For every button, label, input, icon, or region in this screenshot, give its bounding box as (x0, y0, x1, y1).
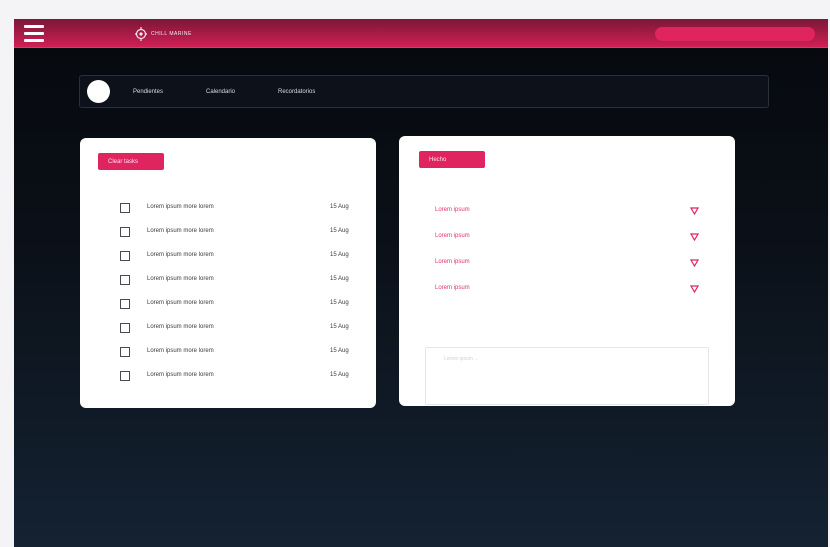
task-row: Lorem ipsum more lorem 15 Aug (120, 251, 360, 263)
task-checkbox[interactable] (120, 203, 130, 213)
task-text: Lorem ipsum more lorem (147, 276, 214, 282)
logo-text: CHILL MARINE (151, 31, 192, 37)
task-date: 15 Aug (330, 204, 349, 210)
task-row: Lorem ipsum more lorem 15 Aug (120, 299, 360, 311)
task-date: 15 Aug (330, 228, 349, 234)
dropdown-label: Lorem ipsum (435, 259, 470, 265)
task-row: Lorem ipsum more lorem 15 Aug (120, 203, 360, 215)
task-date: 15 Aug (330, 300, 349, 306)
hamburger-menu-icon[interactable] (24, 25, 46, 42)
tasks-card: Clear tasks Lorem ipsum more lorem 15 Au… (80, 138, 376, 408)
task-checkbox[interactable] (120, 227, 130, 237)
dropdown-item[interactable]: Lorem ipsum (435, 232, 701, 244)
task-date: 15 Aug (330, 252, 349, 258)
task-row: Lorem ipsum more lorem 15 Aug (120, 323, 360, 335)
task-date: 15 Aug (330, 348, 349, 354)
task-checkbox[interactable] (120, 275, 130, 285)
task-text: Lorem ipsum more lorem (147, 372, 214, 378)
notes-textarea[interactable] (425, 347, 709, 405)
dropdown-item[interactable]: Lorem ipsum (435, 206, 701, 218)
notes-card: Hecho Lorem ipsum Lorem ipsum Lorem ipsu… (399, 136, 735, 406)
task-text: Lorem ipsum more lorem (147, 252, 214, 258)
gear-icon (135, 27, 147, 41)
clear-tasks-button[interactable]: Clear tasks (98, 153, 164, 170)
task-row: Lorem ipsum more lorem 15 Aug (120, 275, 360, 287)
triangle-down-icon (690, 207, 699, 215)
task-date: 15 Aug (330, 372, 349, 378)
top-action-button[interactable] (655, 27, 815, 41)
triangle-down-icon (690, 233, 699, 241)
task-date: 15 Aug (330, 324, 349, 330)
task-text: Lorem ipsum more lorem (147, 324, 214, 330)
logo: CHILL MARINE (134, 24, 192, 44)
top-bar: CHILL MARINE (14, 19, 828, 48)
task-text: Lorem ipsum more lorem (147, 228, 214, 234)
task-text: Lorem ipsum more lorem (147, 300, 214, 306)
task-checkbox[interactable] (120, 371, 130, 381)
nav-item-recordatorios[interactable]: Recordatorios (278, 89, 315, 95)
task-checkbox[interactable] (120, 299, 130, 309)
task-checkbox[interactable] (120, 347, 130, 357)
triangle-down-icon (690, 259, 699, 267)
app-window: CHILL MARINE Pendientes Calendario Recor… (14, 19, 828, 547)
task-row: Lorem ipsum more lorem 15 Aug (120, 371, 360, 383)
avatar[interactable] (87, 80, 110, 103)
dropdown-item[interactable]: Lorem ipsum (435, 284, 701, 296)
task-row: Lorem ipsum more lorem 15 Aug (120, 227, 360, 239)
dropdown-label: Lorem ipsum (435, 285, 470, 291)
task-row: Lorem ipsum more lorem 15 Aug (120, 347, 360, 359)
nav-item-calendario[interactable]: Calendario (206, 89, 235, 95)
dropdown-label: Lorem ipsum (435, 233, 470, 239)
task-checkbox[interactable] (120, 323, 130, 333)
task-checkbox[interactable] (120, 251, 130, 261)
nav-bar: Pendientes Calendario Recordatorios (79, 75, 769, 108)
task-text: Lorem ipsum more lorem (147, 204, 214, 210)
dropdown-label: Lorem ipsum (435, 207, 470, 213)
dropdown-item[interactable]: Lorem ipsum (435, 258, 701, 270)
triangle-down-icon (690, 285, 699, 293)
task-text: Lorem ipsum more lorem (147, 348, 214, 354)
nav-item-pendientes[interactable]: Pendientes (133, 89, 163, 95)
hecho-button[interactable]: Hecho (419, 151, 485, 168)
task-date: 15 Aug (330, 276, 349, 282)
